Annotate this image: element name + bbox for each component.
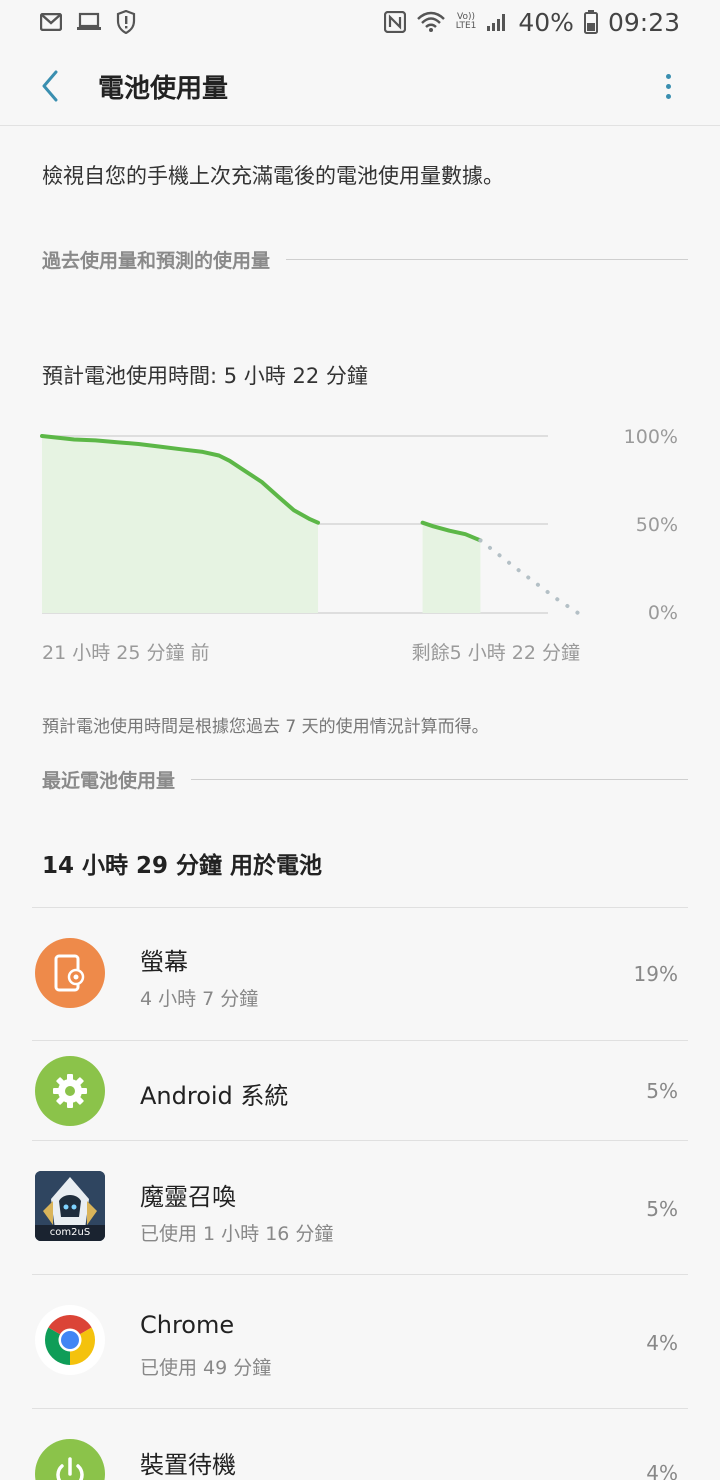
gmail-icon [40,13,62,31]
section-header-recent-usage: 最近電池使用量 [42,766,688,793]
app-usage-time: 4 小時 7 分鐘 [140,988,259,1010]
app-row-android-system[interactable]: Android 系統 5% [0,1041,720,1141]
section-label: 最近電池使用量 [42,770,176,792]
y-tick-label: 50% [635,514,678,536]
app-usage-time: 已使用 1 小時 16 分鐘 [140,1223,334,1245]
more-dot-icon [665,73,671,79]
app-percent: 5% [646,1197,678,1221]
screen-icon [35,938,105,1008]
app-percent: 19% [633,962,678,986]
status-bar-right: Vo)) LTE1 40% 09:23 [383,7,680,37]
app-name: 裝置待機 [140,1451,236,1479]
x-start-label: 21 小時 25 分鐘 前 [42,642,210,664]
app-row-summoners-war[interactable]: com2uS 魔靈召喚 已使用 1 小時 16 分鐘 5% [0,1141,720,1274]
nfc-icon [383,11,406,33]
y-tick-label: 0% [647,602,678,624]
signal-icon [486,12,508,32]
app-row-screen[interactable]: 螢幕 4 小時 7 分鐘 19% [0,908,720,1040]
app-percent: 5% [646,1079,678,1103]
battery-usage-chart: 100% 50% 0% 21 小時 25 分鐘 前 剩餘5 小時 22 分鐘 [0,410,720,670]
wifi-icon [416,11,446,33]
chart-plot [40,434,580,615]
app-percent: 4% [646,1461,678,1480]
app-name: Chrome [140,1311,235,1339]
section-divider [191,779,688,780]
y-tick-label: 100% [623,426,678,448]
intro-text: 檢視自您的手機上次充滿電後的電池使用量數據。 [42,164,504,188]
prediction-line [478,538,580,615]
more-options-button[interactable] [656,66,680,106]
game-publisher-logo: com2uS [49,1227,91,1238]
app-row-chrome[interactable]: Chrome 已使用 49 分鐘 4% [0,1275,720,1408]
section-label: 過去使用量和預測的使用量 [42,250,271,272]
total-usage: 14 小時 29 分鐘 用於電池 [42,853,323,879]
section-header-past-usage: 過去使用量和預測的使用量 [42,246,688,273]
page-title: 電池使用量 [98,74,229,104]
lte-label: LTE1 [455,21,477,31]
laptop-icon [76,12,102,32]
estimated-time: 預計電池使用時間: 5 小時 22 分鐘 [42,364,368,388]
shield-alert-icon [116,10,136,34]
estimate-footnote: 預計電池使用時間是根據您過去 7 天的使用情況計算而得。 [42,717,489,737]
status-bar-left [40,10,136,34]
app-bar: 電池使用量 [0,44,720,126]
app-usage-time: 已使用 49 分鐘 [140,1357,272,1379]
more-dot-icon [665,93,671,99]
status-bar: Vo)) LTE1 40% 09:23 [0,0,720,44]
x-end-label: 剩餘5 小時 22 分鐘 [411,642,580,664]
app-row-device-idle[interactable]: 裝置待機 4% [0,1409,720,1480]
app-percent: 4% [646,1331,678,1355]
app-name: Android 系統 [140,1082,289,1110]
more-dot-icon [665,83,671,89]
gear-icon [35,1056,105,1126]
back-arrow-icon [42,70,58,102]
section-divider [286,259,688,260]
volte-indicator: Vo)) LTE1 [456,13,477,31]
app-name: 螢幕 [140,948,188,976]
game-icon: com2uS [35,1171,105,1241]
battery-percent: 40% [518,7,574,37]
clock: 09:23 [607,7,680,37]
back-button[interactable] [30,66,70,106]
chrome-icon [35,1305,105,1375]
battery-icon [583,10,598,34]
usage-area-0 [42,436,319,613]
app-name: 魔靈召喚 [140,1183,236,1211]
power-icon [35,1439,105,1480]
